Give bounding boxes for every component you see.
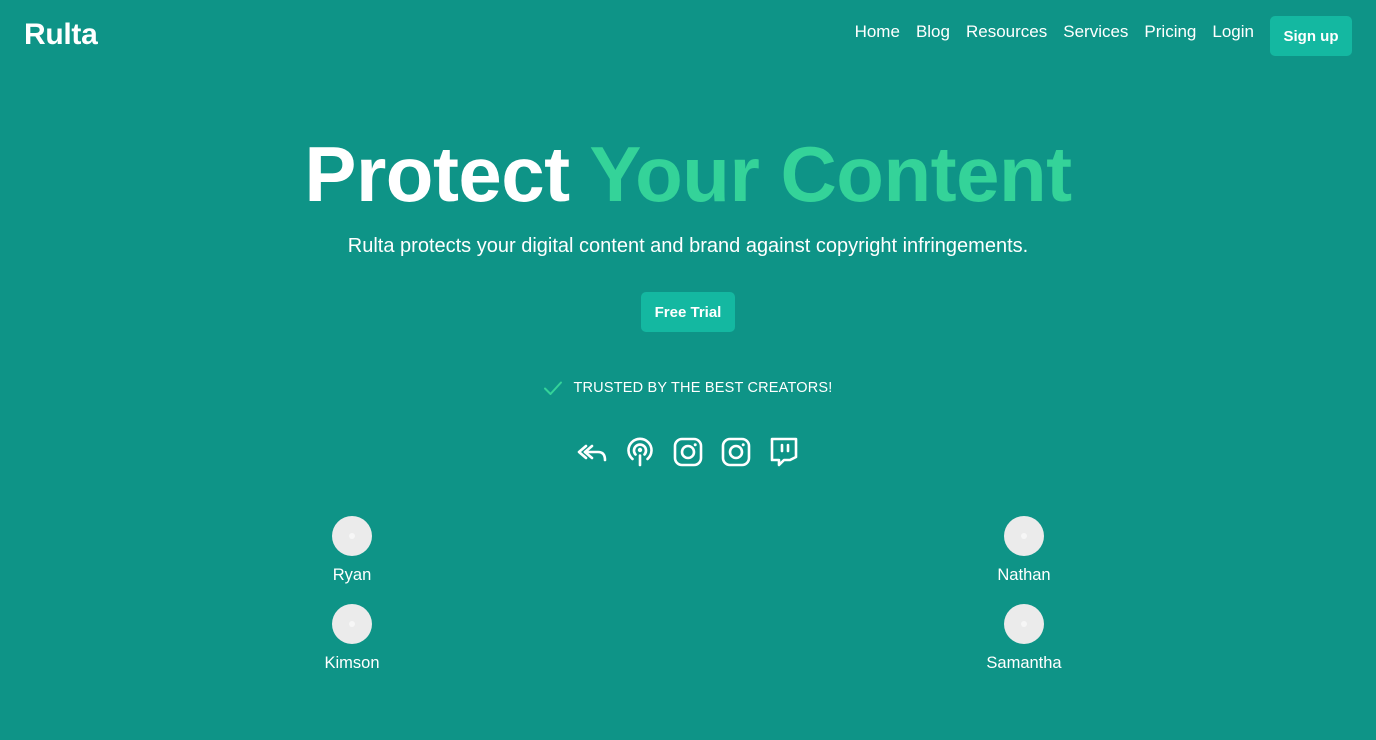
hero-subtitle: Rulta protects your digital content and … — [347, 235, 1029, 257]
podcast-icon[interactable] — [624, 434, 656, 470]
main-nav: Home Blog Resources Services Pricing Log… — [855, 16, 1352, 56]
avatar — [1004, 516, 1044, 556]
creator-card[interactable]: Samantha — [964, 604, 1084, 673]
instagram-icon[interactable] — [720, 434, 752, 470]
hero-title-plain: Protect — [304, 130, 570, 218]
twitch-icon[interactable] — [768, 434, 800, 470]
reply-all-icon[interactable] — [576, 434, 608, 470]
creator-card[interactable]: Kimson — [292, 604, 412, 673]
creator-name: Kimson — [324, 654, 380, 672]
nav-pricing-link[interactable]: Pricing — [1144, 20, 1196, 44]
social-icons — [0, 434, 1376, 470]
nav-home-link[interactable]: Home — [855, 20, 900, 44]
trusted-text: TRUSTED BY THE BEST CREATORS! — [573, 380, 833, 396]
avatar — [332, 604, 372, 644]
instagram-icon[interactable] — [672, 434, 704, 470]
nav-blog-link[interactable]: Blog — [916, 20, 950, 44]
avatar — [1004, 604, 1044, 644]
nav-services-link[interactable]: Services — [1063, 20, 1128, 44]
creator-name: Ryan — [332, 566, 372, 584]
creator-card[interactable]: Nathan — [964, 516, 1084, 585]
nav-resources-link[interactable]: Resources — [966, 20, 1047, 44]
signup-button[interactable]: Sign up — [1270, 16, 1352, 56]
free-trial-button[interactable]: Free Trial — [641, 292, 735, 332]
creator-name: Samantha — [986, 654, 1062, 672]
nav-login-link[interactable]: Login — [1212, 20, 1254, 44]
hero-title-accent: Your Content — [589, 130, 1072, 218]
check-icon — [544, 381, 563, 395]
creator-card[interactable]: Ryan — [292, 516, 412, 585]
trusted-banner: TRUSTED BY THE BEST CREATORS! — [0, 380, 1376, 396]
brand-logo[interactable]: Rulta — [24, 18, 98, 52]
hero-title: Protect Your Content — [0, 130, 1376, 218]
landing-page: Rulta Home Blog Resources Services Prici… — [0, 0, 1376, 740]
creator-name: Nathan — [997, 566, 1051, 584]
avatar — [332, 516, 372, 556]
